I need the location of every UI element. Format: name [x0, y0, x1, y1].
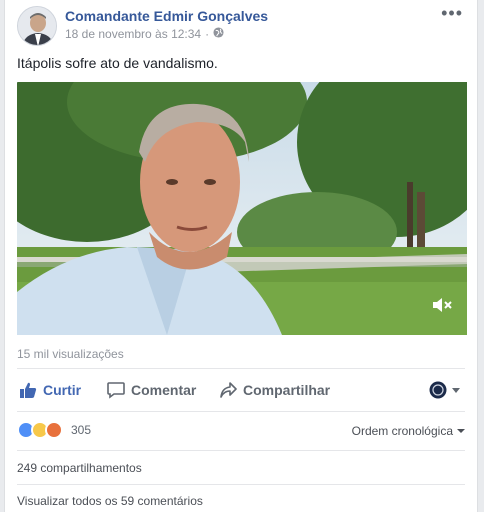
reaction-summary[interactable]: 305	[17, 421, 91, 439]
thumbs-up-icon	[20, 382, 37, 398]
like-label: Curtir	[43, 382, 82, 398]
post-meta: 18 de novembro às 12:34 ·	[65, 27, 224, 41]
speaker-muted-icon[interactable]	[431, 296, 453, 319]
divider	[17, 368, 465, 369]
view-all-comments-link[interactable]: Visualizar todos os 59 comentários	[17, 494, 203, 508]
globe-icon[interactable]	[213, 27, 224, 41]
author-name[interactable]: Comandante Edmir Gonçalves	[65, 8, 268, 24]
angry-reaction-icon	[45, 421, 63, 439]
caret-down-icon	[452, 388, 460, 393]
post-text: Itápolis sofre ato de vandalismo.	[17, 55, 218, 71]
post-header: Comandante Edmir Gonçalves 18 de novembr…	[17, 4, 467, 46]
share-button[interactable]: Compartilhar	[219, 372, 330, 408]
comment-ordering-selector[interactable]: Ordem cronológica	[352, 424, 465, 438]
post-actions: Curtir Comentar Compartilhar	[17, 372, 465, 408]
reaction-icons	[17, 421, 63, 439]
ordering-label: Ordem cronológica	[351, 424, 453, 438]
share-icon	[220, 382, 237, 398]
video-thumbnail	[17, 82, 467, 335]
divider	[17, 484, 465, 485]
post-timestamp[interactable]: 18 de novembro às 12:34	[65, 27, 201, 41]
divider	[17, 411, 465, 412]
comment-label: Comentar	[131, 382, 197, 398]
like-button[interactable]: Curtir	[19, 372, 81, 408]
share-count-link[interactable]: 249 compartilhamentos	[17, 461, 142, 475]
share-label: Compartilhar	[243, 382, 331, 398]
post-card: Comandante Edmir Gonçalves 18 de novembr…	[4, 0, 478, 512]
comment-icon	[107, 382, 125, 399]
meta-separator: ·	[205, 27, 210, 41]
caret-down-icon	[457, 429, 465, 433]
reaction-count: 305	[71, 423, 92, 437]
video-player[interactable]	[17, 82, 467, 335]
video-view-count: 15 mil visualizações	[17, 347, 124, 361]
author-avatar[interactable]	[17, 6, 57, 46]
post-as-selector[interactable]	[429, 381, 461, 399]
page-avatar-icon	[429, 381, 447, 399]
comment-button[interactable]: Comentar	[107, 372, 196, 408]
divider	[17, 450, 465, 451]
more-options-button[interactable]: •••	[441, 4, 463, 22]
